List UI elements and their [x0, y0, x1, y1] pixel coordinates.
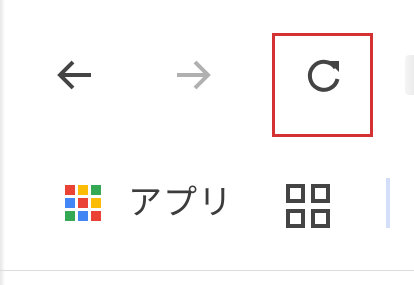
- omnibox-edge[interactable]: [405, 55, 414, 95]
- toolbar-bottom-border: [0, 270, 414, 271]
- apps-grid-icon: [60, 180, 106, 226]
- apps-grid-dot: [65, 198, 75, 208]
- apps-grid-dot: [91, 185, 101, 195]
- arrow-right-icon: [177, 60, 211, 90]
- reload-icon: [307, 59, 340, 92]
- apps-grid-dot: [78, 185, 88, 195]
- apps-grid-dot: [91, 211, 101, 221]
- forward-button[interactable]: [163, 45, 223, 105]
- apps-bookmark[interactable]: アプリ: [60, 178, 233, 228]
- back-button[interactable]: [45, 45, 105, 105]
- apps-label: アプリ: [128, 183, 233, 223]
- apps-grid-dot: [65, 211, 75, 221]
- apps-grid-dot: [78, 198, 88, 208]
- apps-grid-dot: [78, 211, 88, 221]
- bookmark-separator: [386, 178, 390, 228]
- apps-grid-dot: [91, 198, 101, 208]
- browser-toolbar-crop: アプリ: [0, 0, 414, 285]
- reload-button[interactable]: [294, 45, 354, 105]
- arrow-left-icon: [57, 60, 91, 90]
- window-edge: [0, 0, 5, 285]
- grid-button[interactable]: [282, 180, 334, 232]
- grid-four-squares-icon: [286, 184, 330, 228]
- apps-grid-dot: [65, 185, 75, 195]
